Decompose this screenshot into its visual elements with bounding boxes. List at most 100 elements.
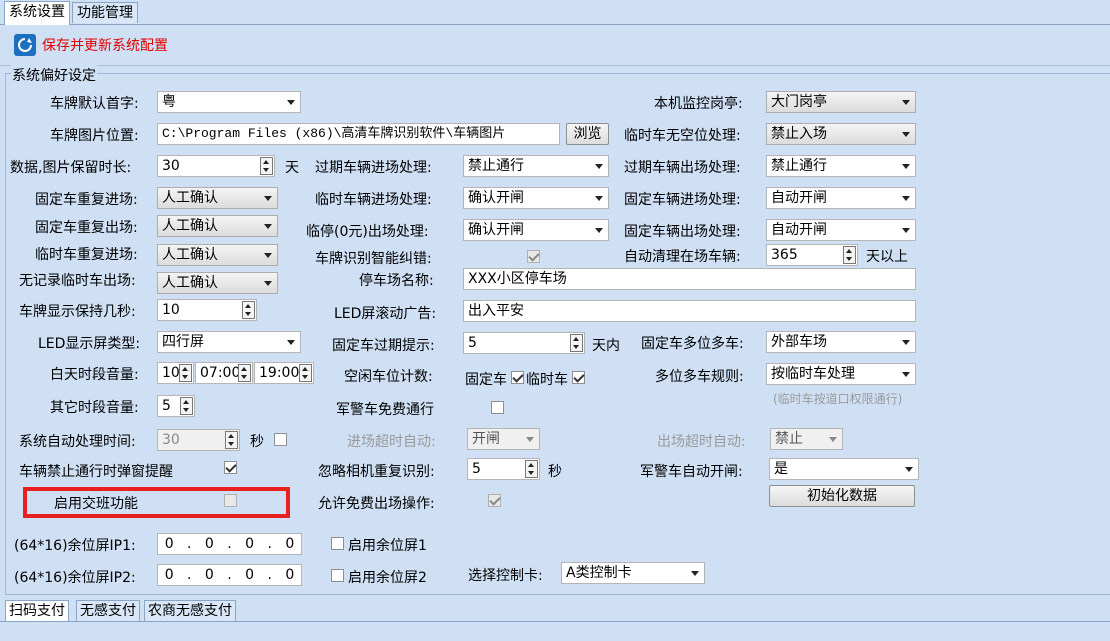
park-name-field[interactable]: XXX小区停车场	[463, 268, 916, 290]
spinner-icon[interactable]	[180, 397, 193, 415]
tab-rural-bank-pay[interactable]: 农商无感支付	[144, 600, 236, 621]
fixed-in-select[interactable]: 自动开闸	[766, 187, 916, 209]
timeout-in-select[interactable]: 开闸	[467, 428, 540, 450]
auto-time-checkbox[interactable]	[274, 433, 287, 446]
retention-label: 数据,图片保留时长:	[10, 160, 132, 176]
refresh-icon	[14, 34, 36, 56]
military-free-checkbox[interactable]	[491, 401, 504, 414]
group-title: 系统偏好设定	[11, 65, 97, 85]
spinner-icon[interactable]	[525, 460, 538, 478]
chevron-down-icon	[902, 228, 910, 233]
day-end-time[interactable]: 19:00	[254, 362, 314, 384]
payment-tabbar: 扫码支付 无感支付 农商无感支付	[0, 599, 1110, 622]
fixed-dup-out-label: 固定车重复出场:	[35, 220, 138, 236]
image-path-field[interactable]: C:\Program Files (x86)\高清车牌识别软件\车辆图片	[157, 123, 560, 145]
control-card-label: 选择控制卡:	[468, 568, 543, 584]
fixed-dup-in-select[interactable]: 人工确认	[157, 187, 278, 209]
temp-zero-out-label: 临停(0元)出场处理:	[306, 224, 429, 240]
day-volume-stepper[interactable]: 10	[157, 362, 194, 384]
other-volume-stepper[interactable]: 5	[157, 395, 195, 417]
chevron-down-icon	[287, 340, 295, 345]
military-auto-label: 军警车自动开闸:	[640, 464, 743, 480]
spinner-icon[interactable]	[179, 364, 192, 382]
free-exit-checkbox[interactable]	[488, 494, 501, 507]
spinner-icon[interactable]	[260, 157, 273, 175]
spinner-icon[interactable]	[225, 431, 238, 449]
chevron-down-icon	[595, 196, 603, 201]
spinner-icon[interactable]	[242, 301, 255, 319]
no-record-out-label: 无记录临时车出场:	[19, 273, 136, 289]
led-type-select[interactable]: 四行屏	[157, 331, 301, 353]
no-record-out-select[interactable]: 人工确认	[157, 272, 278, 294]
fixed-dup-in-label: 固定车重复进场:	[35, 192, 138, 208]
init-data-button[interactable]: 初始化数据	[769, 485, 915, 507]
expired-in-select[interactable]: 禁止通行	[463, 155, 609, 177]
other-volume-label: 其它时段音量:	[50, 400, 139, 416]
free-count-temp-checkbox[interactable]	[572, 371, 585, 384]
screen1-enable-checkbox[interactable]	[331, 537, 344, 550]
smart-correct-checkbox[interactable]	[527, 250, 540, 263]
temp-no-space-select[interactable]: 禁止入场	[766, 123, 916, 145]
auto-clean-stepper[interactable]: 365	[766, 244, 858, 266]
free-count-fixed-checkbox[interactable]	[511, 371, 524, 384]
station-label: 本机监控岗亭:	[654, 96, 743, 112]
free-count-temp-label: 临时车	[526, 372, 568, 388]
fixed-multi-select[interactable]: 外部车场	[766, 331, 916, 353]
highlight-box	[23, 487, 290, 518]
auto-clean-label: 自动清理在场车辆:	[624, 249, 741, 265]
day-start-time[interactable]: 07:00	[195, 362, 253, 384]
auto-clean-unit: 天以上	[866, 249, 908, 265]
screen2-ip-field[interactable]: 0.0.0.0	[157, 564, 302, 586]
tab-contactless-pay[interactable]: 无感支付	[76, 600, 140, 621]
smart-correct-label: 车牌识别智能纠错:	[315, 251, 432, 267]
spinner-icon[interactable]	[299, 364, 312, 382]
temp-dup-in-label: 临时车重复进场:	[35, 247, 138, 263]
image-path-label: 车牌图片位置:	[50, 128, 139, 144]
fixed-out-label: 固定车辆出场处理:	[624, 224, 741, 240]
fixed-out-select[interactable]: 自动开闸	[766, 219, 916, 241]
chevron-down-icon	[264, 253, 272, 258]
tab-system-settings[interactable]: 系统设置	[4, 1, 70, 25]
temp-in-select[interactable]: 确认开闸	[463, 187, 609, 209]
temp-in-label: 临时车辆进场处理:	[315, 192, 432, 208]
multi-rule-note: (临时车按道口权限通行)	[773, 392, 903, 406]
tab-function-management[interactable]: 功能管理	[72, 2, 138, 23]
temp-zero-out-select[interactable]: 确认开闸	[463, 219, 609, 241]
plate-hold-stepper[interactable]: 10	[157, 299, 257, 321]
plate-hold-label: 车牌显示保持几秒:	[19, 304, 136, 320]
spinner-icon[interactable]	[570, 334, 583, 352]
control-card-select[interactable]: A类控制卡	[561, 562, 705, 584]
save-config-label: 保存并更新系统配置	[42, 38, 168, 54]
screen2-enable-checkbox[interactable]	[331, 569, 344, 582]
spinner-icon[interactable]	[843, 246, 856, 264]
ban-popup-checkbox[interactable]	[224, 461, 237, 474]
temp-dup-in-select[interactable]: 人工确认	[157, 244, 278, 266]
chevron-down-icon	[829, 437, 837, 442]
park-name-label: 停车场名称:	[359, 273, 434, 289]
station-select[interactable]: 大门岗亭	[766, 91, 916, 113]
fixed-expire-tip-stepper[interactable]: 5	[463, 332, 585, 354]
chevron-down-icon	[526, 437, 534, 442]
screen1-ip-field[interactable]: 0.0.0.0	[157, 533, 302, 555]
multi-rule-select[interactable]: 按临时车处理	[766, 363, 916, 385]
timeout-out-select[interactable]: 禁止	[770, 428, 843, 450]
retention-unit: 天	[285, 160, 299, 176]
fixed-dup-out-select[interactable]: 人工确认	[157, 215, 278, 237]
led-ad-label: LED屏滚动广告:	[334, 306, 437, 322]
expired-out-select[interactable]: 禁止通行	[766, 155, 916, 177]
retention-stepper[interactable]: 30	[157, 155, 275, 177]
military-auto-select[interactable]: 是	[769, 458, 919, 480]
tab-scan-pay[interactable]: 扫码支付	[5, 600, 69, 621]
screen2-enable-label: 启用余位屏2	[348, 570, 427, 586]
browse-button[interactable]: 浏览	[566, 123, 609, 145]
ignore-dup-label: 忽略相机重复识别:	[318, 464, 435, 480]
spinner-icon[interactable]	[238, 364, 251, 382]
plate-prefix-select[interactable]: 粤	[157, 91, 301, 113]
ignore-dup-stepper[interactable]: 5	[467, 458, 540, 480]
led-type-label: LED显示屏类型:	[38, 336, 141, 352]
led-ad-field[interactable]: 出入平安	[463, 300, 916, 322]
auto-time-stepper[interactable]: 30	[157, 429, 240, 451]
timeout-in-label: 进场超时自动:	[347, 434, 436, 450]
auto-time-unit: 秒	[250, 434, 264, 450]
save-config-button[interactable]: 保存并更新系统配置	[14, 34, 168, 56]
